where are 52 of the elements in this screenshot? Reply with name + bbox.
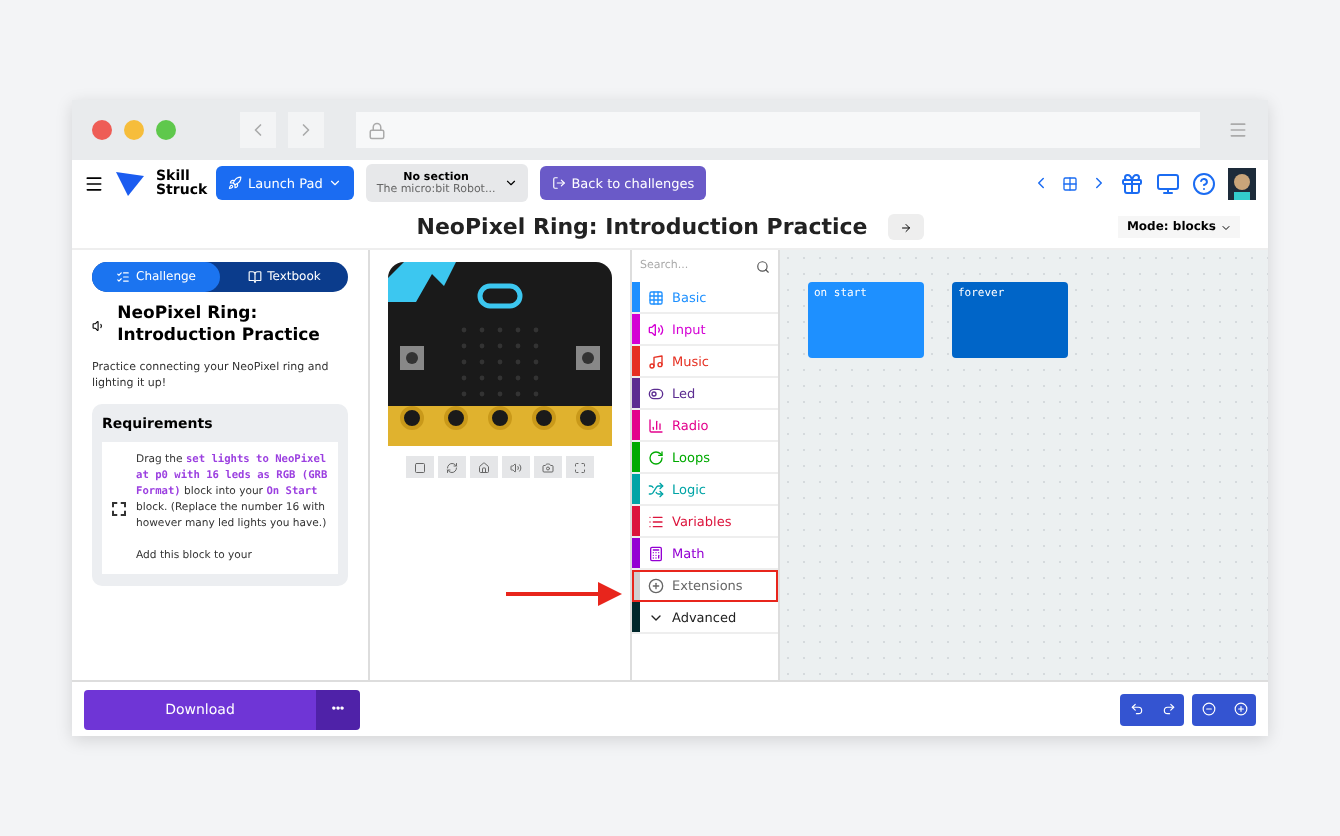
stop-button[interactable] [406,456,434,478]
checkbox[interactable] [112,501,126,515]
square-icon [414,461,426,473]
gift-icon[interactable] [1120,171,1144,195]
shuffle-icon [648,481,664,497]
menu-icon[interactable] [84,173,104,193]
home-icon [478,461,490,473]
home-button[interactable] [470,456,498,478]
arrow-right-icon [899,219,912,235]
book-icon [247,270,262,284]
plus-icon [1233,702,1247,716]
camera-icon [542,461,554,473]
help-icon[interactable] [1192,171,1216,195]
avatar-icon[interactable] [1228,167,1256,199]
music-icon [648,353,664,369]
maximize-dot[interactable] [156,120,176,140]
exit-icon [551,176,566,190]
grid-icon[interactable] [1062,175,1078,191]
speaker-icon[interactable] [92,316,106,336]
screenshot-button[interactable] [534,456,562,478]
chevron-down-icon [328,176,343,190]
rocket-icon [228,176,242,190]
logo-icon [116,171,144,195]
next-icon[interactable] [1090,174,1108,192]
refresh-icon [446,461,458,473]
close-dot[interactable] [92,120,112,140]
minimize-dot[interactable] [124,120,144,140]
chevron-down-icon [503,176,518,190]
bars-icon [648,417,664,433]
grid-icon [648,289,664,305]
checklist-icon [116,270,130,284]
plus-icon [648,577,664,593]
minus-icon [1201,702,1215,716]
speaker-icon [510,461,522,473]
monitor-icon[interactable] [1156,171,1180,195]
lock-icon [368,121,386,139]
redo-icon [1161,702,1175,716]
previous-icon[interactable] [1032,174,1050,192]
search-icon [756,259,770,273]
challenge-title: NeoPixel Ring: Introduction Practice [117,304,322,348]
fullscreen-button[interactable] [566,456,594,478]
caret-icon [1220,221,1232,233]
sound-button[interactable] [502,456,530,478]
page-title: NeoPixel Ring: Introduction Practice [416,214,868,240]
list-icon [648,513,664,529]
loop-icon [648,449,664,465]
toggle-icon [648,385,664,401]
restart-button[interactable] [438,456,466,478]
undo-icon [1129,702,1143,716]
next-button[interactable] [887,214,924,240]
calculator-icon [648,545,664,561]
pointer-arrow [506,582,622,606]
